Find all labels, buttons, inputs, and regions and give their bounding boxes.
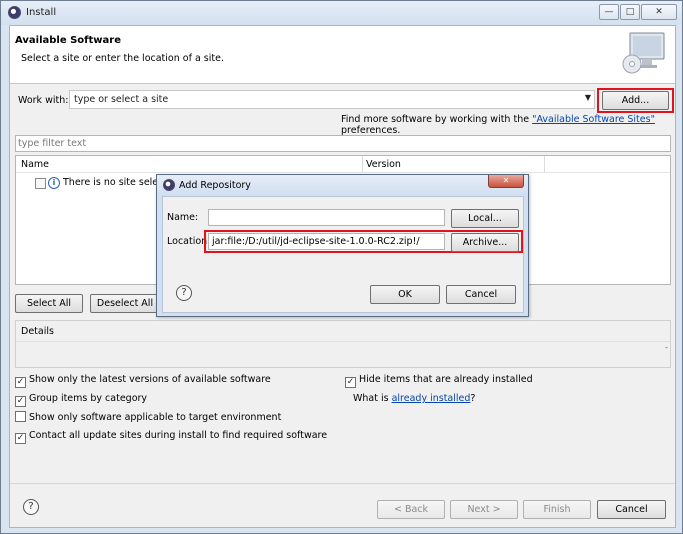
location-field[interactable]: jar:file:/D:/util/jd-eclipse-site-1.0.0-… bbox=[208, 233, 445, 250]
option-target-environment-label: Show only software applicable to target … bbox=[29, 412, 282, 423]
back-button[interactable]: < Back bbox=[377, 500, 445, 519]
find-more-text: Find more software by working with the "… bbox=[341, 114, 675, 136]
install-window: Install — □ ✕ Available Software Select … bbox=[0, 0, 683, 534]
table-row-text: There is no site selected. bbox=[63, 177, 161, 188]
column-divider[interactable] bbox=[362, 156, 363, 173]
filter-placeholder: type filter text bbox=[18, 138, 87, 149]
option-target-environment[interactable]: Show only software applicable to target … bbox=[15, 411, 281, 423]
details-group: Details - bbox=[15, 320, 671, 368]
eclipse-icon bbox=[8, 6, 21, 19]
add-button[interactable]: Add... bbox=[602, 91, 669, 110]
page-description: Select a site or enter the location of a… bbox=[21, 53, 224, 64]
table-header: Name Version bbox=[16, 156, 670, 173]
details-scroll-icon[interactable]: - bbox=[665, 343, 668, 352]
window-title: Install bbox=[26, 7, 57, 18]
dialog-title: Add Repository bbox=[179, 180, 251, 191]
option-group-by-category[interactable]: ✓ Group items by category bbox=[15, 393, 147, 407]
add-repository-dialog: Add Repository ✕ Name: Local... Location… bbox=[156, 174, 529, 317]
checkbox-checked-icon[interactable]: ✓ bbox=[15, 396, 26, 407]
option-group-by-category-label: Group items by category bbox=[29, 393, 148, 404]
help-icon[interactable]: ? bbox=[23, 499, 39, 515]
what-is-suffix: ? bbox=[470, 393, 476, 404]
available-software-sites-link[interactable]: "Available Software Sites" bbox=[532, 114, 655, 125]
location-value: jar:file:/D:/util/jd-eclipse-site-1.0.0-… bbox=[212, 236, 420, 247]
work-with-input[interactable]: type or select a site bbox=[74, 94, 168, 105]
option-contact-sites[interactable]: ✓ Contact all update sites during install… bbox=[15, 430, 327, 444]
close-button[interactable]: ✕ bbox=[641, 4, 677, 20]
details-label: Details bbox=[21, 326, 54, 337]
option-hide-installed[interactable]: ✓ Hide items that are already installed bbox=[345, 374, 533, 388]
checkbox-checked-icon[interactable]: ✓ bbox=[15, 433, 26, 444]
column-version-header[interactable]: Version bbox=[366, 159, 401, 170]
checkbox-unchecked-icon[interactable] bbox=[15, 411, 26, 422]
maximize-button[interactable]: □ bbox=[620, 4, 640, 20]
work-with-combo[interactable]: type or select a site ▼ bbox=[69, 90, 595, 109]
footer-divider bbox=[10, 483, 675, 484]
name-label: Name: bbox=[167, 212, 199, 223]
name-field[interactable] bbox=[208, 209, 445, 226]
column-name-header[interactable]: Name bbox=[21, 159, 49, 170]
dialog-cancel-button[interactable]: Cancel bbox=[446, 285, 516, 304]
filter-input[interactable]: type filter text bbox=[15, 135, 671, 152]
details-text-area[interactable] bbox=[16, 341, 670, 367]
info-icon: i bbox=[48, 177, 60, 189]
checkbox-checked-icon[interactable]: ✓ bbox=[15, 377, 26, 388]
dialog-title-bar[interactable]: Add Repository ✕ bbox=[157, 175, 528, 195]
what-is-installed-text: What is already installed? bbox=[353, 393, 475, 404]
option-latest-versions[interactable]: ✓ Show only the latest versions of availa… bbox=[15, 374, 271, 388]
row-checkbox[interactable] bbox=[35, 178, 46, 189]
ok-button[interactable]: OK bbox=[370, 285, 440, 304]
minimize-button[interactable]: — bbox=[599, 4, 619, 20]
title-bar[interactable]: Install — □ ✕ bbox=[1, 1, 682, 25]
work-with-label: Work with: bbox=[18, 95, 69, 106]
finish-button[interactable]: Finish bbox=[523, 500, 591, 519]
find-more-prefix: Find more software by working with the bbox=[341, 114, 533, 125]
deselect-all-button[interactable]: Deselect All bbox=[90, 294, 160, 313]
already-installed-link[interactable]: already installed bbox=[392, 393, 471, 404]
option-hide-installed-label: Hide items that are already installed bbox=[359, 374, 533, 385]
option-contact-sites-label: Contact all update sites during install … bbox=[29, 430, 328, 441]
dialog-client-area: Name: Local... Location: jar:file:/D:/ut… bbox=[162, 196, 524, 313]
install-monitor-icon bbox=[622, 32, 665, 74]
wizard-header: Available Software Select a site or ente… bbox=[10, 26, 675, 84]
checkbox-checked-icon[interactable]: ✓ bbox=[345, 377, 356, 388]
option-latest-versions-label: Show only the latest versions of availab… bbox=[29, 374, 271, 385]
what-is-prefix: What is bbox=[353, 393, 392, 404]
column-divider[interactable] bbox=[544, 156, 545, 173]
help-icon[interactable]: ? bbox=[176, 285, 192, 301]
archive-button[interactable]: Archive... bbox=[451, 233, 519, 252]
select-all-button[interactable]: Select All bbox=[15, 294, 83, 313]
cancel-button[interactable]: Cancel bbox=[597, 500, 666, 519]
page-title: Available Software bbox=[15, 35, 122, 46]
chevron-down-icon[interactable]: ▼ bbox=[585, 93, 591, 102]
eclipse-icon bbox=[163, 179, 175, 191]
local-button[interactable]: Local... bbox=[451, 209, 519, 228]
dialog-close-button[interactable]: ✕ bbox=[488, 175, 524, 188]
next-button[interactable]: Next > bbox=[450, 500, 518, 519]
